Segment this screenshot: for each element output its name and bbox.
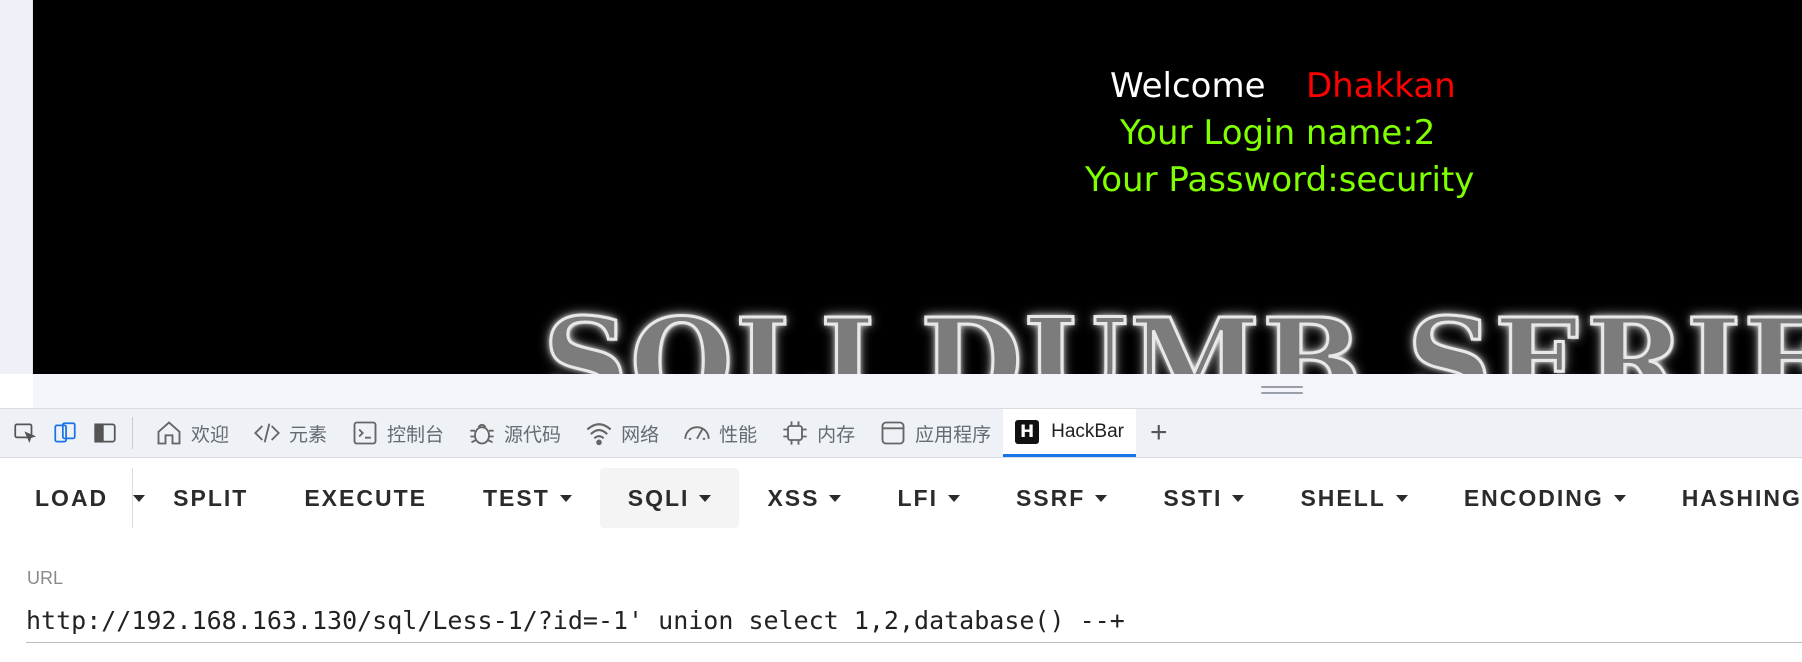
device-emulation-icon[interactable] bbox=[50, 418, 80, 448]
dock-panel-icon[interactable] bbox=[90, 418, 120, 448]
ssrf-menu-label: SSRF bbox=[1015, 484, 1086, 511]
inspect-element-icon[interactable] bbox=[10, 418, 40, 448]
tab-sources-label: 源代码 bbox=[504, 424, 562, 446]
welcome-text: Welcome bbox=[1110, 66, 1266, 106]
bug-icon bbox=[470, 423, 494, 445]
chevron-down-icon bbox=[699, 494, 712, 502]
tab-sources[interactable]: 源代码 bbox=[456, 409, 573, 457]
lfi-menu-label: LFI bbox=[897, 484, 938, 511]
tab-network-label: 网络 bbox=[621, 424, 660, 446]
ssti-menu-button[interactable]: SSTI bbox=[1135, 468, 1272, 528]
app-icon bbox=[881, 421, 905, 445]
split-button-label: SPLIT bbox=[173, 484, 249, 511]
tab-performance-label: 性能 bbox=[719, 424, 758, 446]
hackbar-logo-icon: H bbox=[1015, 419, 1040, 444]
tab-performance[interactable]: 性能 bbox=[671, 409, 769, 457]
tab-elements[interactable]: 元素 bbox=[241, 409, 339, 457]
url-label: URL bbox=[27, 568, 64, 588]
chevron-down-icon bbox=[829, 494, 842, 502]
hashing-menu-label: HASHING bbox=[1681, 484, 1802, 511]
user-name-text: Dhakkan bbox=[1306, 66, 1456, 106]
load-button-label: LOAD bbox=[35, 484, 109, 511]
tab-hackbar[interactable]: H HackBar bbox=[1003, 409, 1136, 457]
test-menu-button[interactable]: TEST bbox=[455, 468, 600, 528]
devtools-tab-strip: 欢迎 元素 控制台 源代码 网络 性能 内存 应用程序 H HackBar + bbox=[0, 408, 1802, 458]
xss-menu-label: XSS bbox=[767, 484, 820, 511]
tab-memory[interactable]: 内存 bbox=[769, 409, 867, 457]
shell-menu-label: SHELL bbox=[1300, 484, 1386, 511]
test-menu-label: TEST bbox=[482, 484, 550, 511]
devtools-resize-handle[interactable] bbox=[1261, 386, 1303, 396]
chevron-down-icon bbox=[947, 494, 960, 502]
lfi-menu-button[interactable]: LFI bbox=[869, 468, 988, 528]
xss-menu-button[interactable]: XSS bbox=[739, 468, 869, 528]
login-name-text: Your Login name:2 bbox=[1120, 113, 1436, 153]
ssrf-menu-button[interactable]: SSRF bbox=[988, 468, 1135, 528]
chevron-down-icon bbox=[1095, 494, 1108, 502]
chevron-down-icon bbox=[1613, 494, 1626, 502]
tab-console[interactable]: 控制台 bbox=[339, 409, 456, 457]
password-text: Your Password:security bbox=[1085, 160, 1475, 200]
sqli-menu-button[interactable]: SQLI bbox=[599, 468, 740, 528]
url-input[interactable] bbox=[26, 598, 1802, 643]
web-page-content: Welcome Dhakkan Your Login name:2 Your P… bbox=[33, 0, 1802, 374]
devtools-resize-area bbox=[33, 374, 1802, 408]
sqli-menu-label: SQLI bbox=[627, 484, 690, 511]
ssti-menu-label: SSTI bbox=[1163, 484, 1223, 511]
code-icon bbox=[254, 423, 281, 443]
left-side-strip bbox=[0, 0, 33, 374]
toolbar-separator bbox=[132, 417, 133, 449]
encoding-menu-label: ENCODING bbox=[1463, 484, 1604, 511]
tab-application-label: 应用程序 bbox=[915, 424, 992, 446]
hackbar-toolbar: LOAD SPLIT EXECUTE TEST SQLI XSS LFI SSR… bbox=[0, 458, 1802, 538]
page-viewport: Welcome Dhakkan Your Login name:2 Your P… bbox=[0, 0, 1802, 374]
chevron-down-icon bbox=[133, 494, 146, 502]
chevron-down-icon bbox=[1395, 494, 1408, 502]
home-icon bbox=[157, 421, 181, 445]
gauge-icon bbox=[684, 426, 710, 440]
tab-network[interactable]: 网络 bbox=[573, 409, 671, 457]
tab-hackbar-label: HackBar bbox=[1051, 420, 1124, 442]
tab-memory-label: 内存 bbox=[817, 424, 856, 446]
console-icon bbox=[353, 421, 377, 445]
chevron-down-icon bbox=[559, 494, 572, 502]
hashing-menu-button[interactable]: HASHING bbox=[1654, 468, 1802, 528]
load-button[interactable]: LOAD bbox=[0, 468, 132, 528]
shell-menu-button[interactable]: SHELL bbox=[1272, 468, 1435, 528]
add-tab-button[interactable]: + bbox=[1136, 416, 1182, 450]
tab-console-label: 控制台 bbox=[387, 424, 445, 446]
execute-button-label: EXECUTE bbox=[304, 484, 427, 511]
load-dropdown-toggle[interactable] bbox=[132, 468, 146, 528]
sqli-dumb-series-banner: SQLI DUMB SERIES bbox=[542, 291, 1802, 375]
tab-elements-label: 元素 bbox=[289, 424, 328, 446]
execute-button[interactable]: EXECUTE bbox=[276, 468, 455, 528]
chip-icon bbox=[783, 421, 807, 445]
tab-welcome[interactable]: 欢迎 bbox=[143, 409, 241, 457]
tab-application[interactable]: 应用程序 bbox=[867, 409, 1003, 457]
chevron-down-icon bbox=[1232, 494, 1245, 502]
wifi-icon bbox=[586, 423, 612, 446]
tab-welcome-label: 欢迎 bbox=[191, 424, 230, 446]
encoding-menu-button[interactable]: ENCODING bbox=[1436, 468, 1654, 528]
split-button[interactable]: SPLIT bbox=[145, 468, 276, 528]
